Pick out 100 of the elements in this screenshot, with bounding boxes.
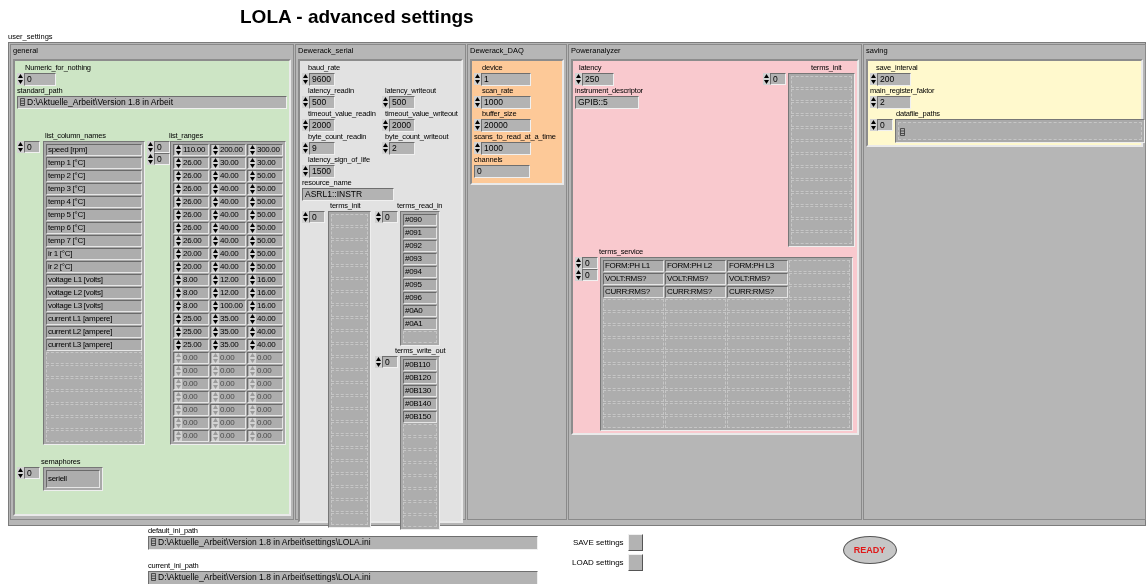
numeric-cell[interactable]: 40.00 <box>247 326 283 338</box>
empty-array-cell[interactable] <box>403 502 437 514</box>
empty-array-cell[interactable] <box>46 365 142 377</box>
spin-buttons[interactable] <box>302 142 309 154</box>
spin-buttons[interactable] <box>249 340 256 350</box>
array-cell[interactable]: #0A0 <box>403 305 437 317</box>
array-index[interactable]: 0 <box>382 356 398 368</box>
spin-buttons[interactable] <box>175 171 182 181</box>
empty-array-cell[interactable] <box>331 409 368 421</box>
empty-array-cell[interactable] <box>331 461 368 473</box>
empty-array-cell[interactable] <box>331 227 368 239</box>
spin-buttons[interactable] <box>249 262 256 272</box>
array-cell[interactable]: VOLT:RMS? <box>665 273 726 285</box>
empty-array-cell[interactable] <box>791 141 852 153</box>
spin-buttons[interactable] <box>249 197 256 207</box>
empty-array-cell[interactable] <box>791 154 852 166</box>
spin-buttons[interactable] <box>175 210 182 220</box>
spin-buttons[interactable] <box>474 119 481 131</box>
empty-array-cell[interactable] <box>791 76 852 88</box>
numeric-cell[interactable]: 30.00 <box>210 157 246 169</box>
numeric-cell[interactable]: 30.00 <box>247 157 283 169</box>
numeric-cell[interactable]: 8.00 <box>173 274 209 286</box>
numeric-cell[interactable]: 50.00 <box>247 196 283 208</box>
spin-buttons[interactable] <box>375 356 382 368</box>
empty-array-cell[interactable] <box>46 430 142 442</box>
spin-buttons[interactable] <box>249 275 256 285</box>
empty-array-cell[interactable] <box>331 370 368 382</box>
numeric-cell[interactable]: 50.00 <box>247 248 283 260</box>
numeric-field[interactable]: 2 <box>389 142 415 155</box>
spin-buttons[interactable] <box>763 73 770 85</box>
numeric-cell[interactable]: 35.00 <box>210 313 246 325</box>
array-index[interactable]: 0 <box>877 119 893 131</box>
numeric-cell[interactable]: 110.00 <box>173 144 209 156</box>
numeric-cell[interactable]: 40.00 <box>210 209 246 221</box>
empty-array-cell[interactable] <box>331 396 368 408</box>
empty-array-cell[interactable] <box>791 115 852 127</box>
spin-buttons[interactable] <box>147 141 154 153</box>
numeric-cell[interactable]: 50.00 <box>247 261 283 273</box>
numeric-cell[interactable]: 26.00 <box>173 196 209 208</box>
empty-array-cell[interactable] <box>331 487 368 499</box>
array-index[interactable]: 0 <box>24 467 40 479</box>
numeric-field[interactable]: 1 <box>481 73 531 86</box>
numeric-field[interactable]: 20000 <box>481 119 531 132</box>
empty-array-cell[interactable] <box>403 476 437 488</box>
spin-buttons[interactable] <box>175 262 182 272</box>
empty-array-cell[interactable] <box>331 318 368 330</box>
array-cell[interactable]: #0B110 <box>403 359 437 371</box>
numeric-cell[interactable]: 16.00 <box>247 287 283 299</box>
empty-array-cell[interactable] <box>791 219 852 231</box>
empty-array-cell[interactable] <box>331 474 368 486</box>
numeric-cell[interactable]: 25.00 <box>173 339 209 351</box>
spin-buttons[interactable] <box>249 223 256 233</box>
spin-buttons[interactable] <box>175 145 182 155</box>
array-cell[interactable]: speed [rpm] <box>46 144 142 156</box>
numeric-cell[interactable]: 20.00 <box>173 261 209 273</box>
empty-array-cell[interactable] <box>331 292 368 304</box>
empty-array-cell[interactable] <box>331 331 368 343</box>
numeric-cell[interactable]: 20.00 <box>173 248 209 260</box>
spin-buttons[interactable] <box>249 210 256 220</box>
spin-buttons[interactable] <box>302 165 309 177</box>
spin-buttons[interactable] <box>212 171 219 181</box>
empty-array-cell[interactable] <box>403 450 437 462</box>
numeric-cell[interactable]: 12.00 <box>210 287 246 299</box>
path-field[interactable]: D:\Aktuelle_Arbeit\Version 1.8 in Arbeit <box>17 96 287 109</box>
array-index[interactable]: 0 <box>582 269 598 281</box>
array-cell[interactable]: #095 <box>403 279 437 291</box>
numeric-field[interactable]: 500 <box>389 96 415 109</box>
numeric-cell[interactable]: 40.00 <box>210 170 246 182</box>
empty-array-cell[interactable] <box>46 404 142 416</box>
spin-buttons[interactable] <box>575 257 582 269</box>
path-field[interactable]: D:\Aktuelle_Arbeit\Version 1.8 in Arbeit\settings\LOLA.ini <box>148 571 538 584</box>
spin-buttons[interactable] <box>474 96 481 108</box>
empty-array-cell[interactable] <box>331 305 368 317</box>
square-button[interactable] <box>627 533 643 551</box>
empty-array-cell[interactable] <box>46 378 142 390</box>
empty-array-cell[interactable] <box>331 240 368 252</box>
array-cell[interactable]: VOLT:RMS? <box>727 273 788 285</box>
numeric-cell[interactable]: 8.00 <box>173 287 209 299</box>
array-cell[interactable]: temp 5 [°C] <box>46 209 142 221</box>
numeric-cell[interactable]: 16.00 <box>247 300 283 312</box>
spin-buttons[interactable] <box>175 275 182 285</box>
spin-buttons[interactable] <box>175 301 182 311</box>
numeric-field[interactable]: 200 <box>877 73 911 86</box>
empty-array-cell[interactable] <box>331 214 368 226</box>
spin-buttons[interactable] <box>175 223 182 233</box>
numeric-cell[interactable]: 35.00 <box>210 326 246 338</box>
array-cell[interactable]: #0A1 <box>403 318 437 330</box>
numeric-cell[interactable]: 40.00 <box>210 183 246 195</box>
empty-array-cell[interactable] <box>331 448 368 460</box>
empty-array-cell[interactable] <box>46 352 142 364</box>
spin-buttons[interactable] <box>249 327 256 337</box>
spin-buttons[interactable] <box>249 145 256 155</box>
empty-array-cell[interactable] <box>331 500 368 512</box>
square-button[interactable] <box>627 553 643 571</box>
spin-buttons[interactable] <box>375 211 382 223</box>
numeric-cell[interactable]: 25.00 <box>173 313 209 325</box>
empty-array-cell[interactable] <box>791 167 852 179</box>
empty-array-cell[interactable] <box>331 357 368 369</box>
spin-buttons[interactable] <box>212 288 219 298</box>
spin-buttons[interactable] <box>212 145 219 155</box>
